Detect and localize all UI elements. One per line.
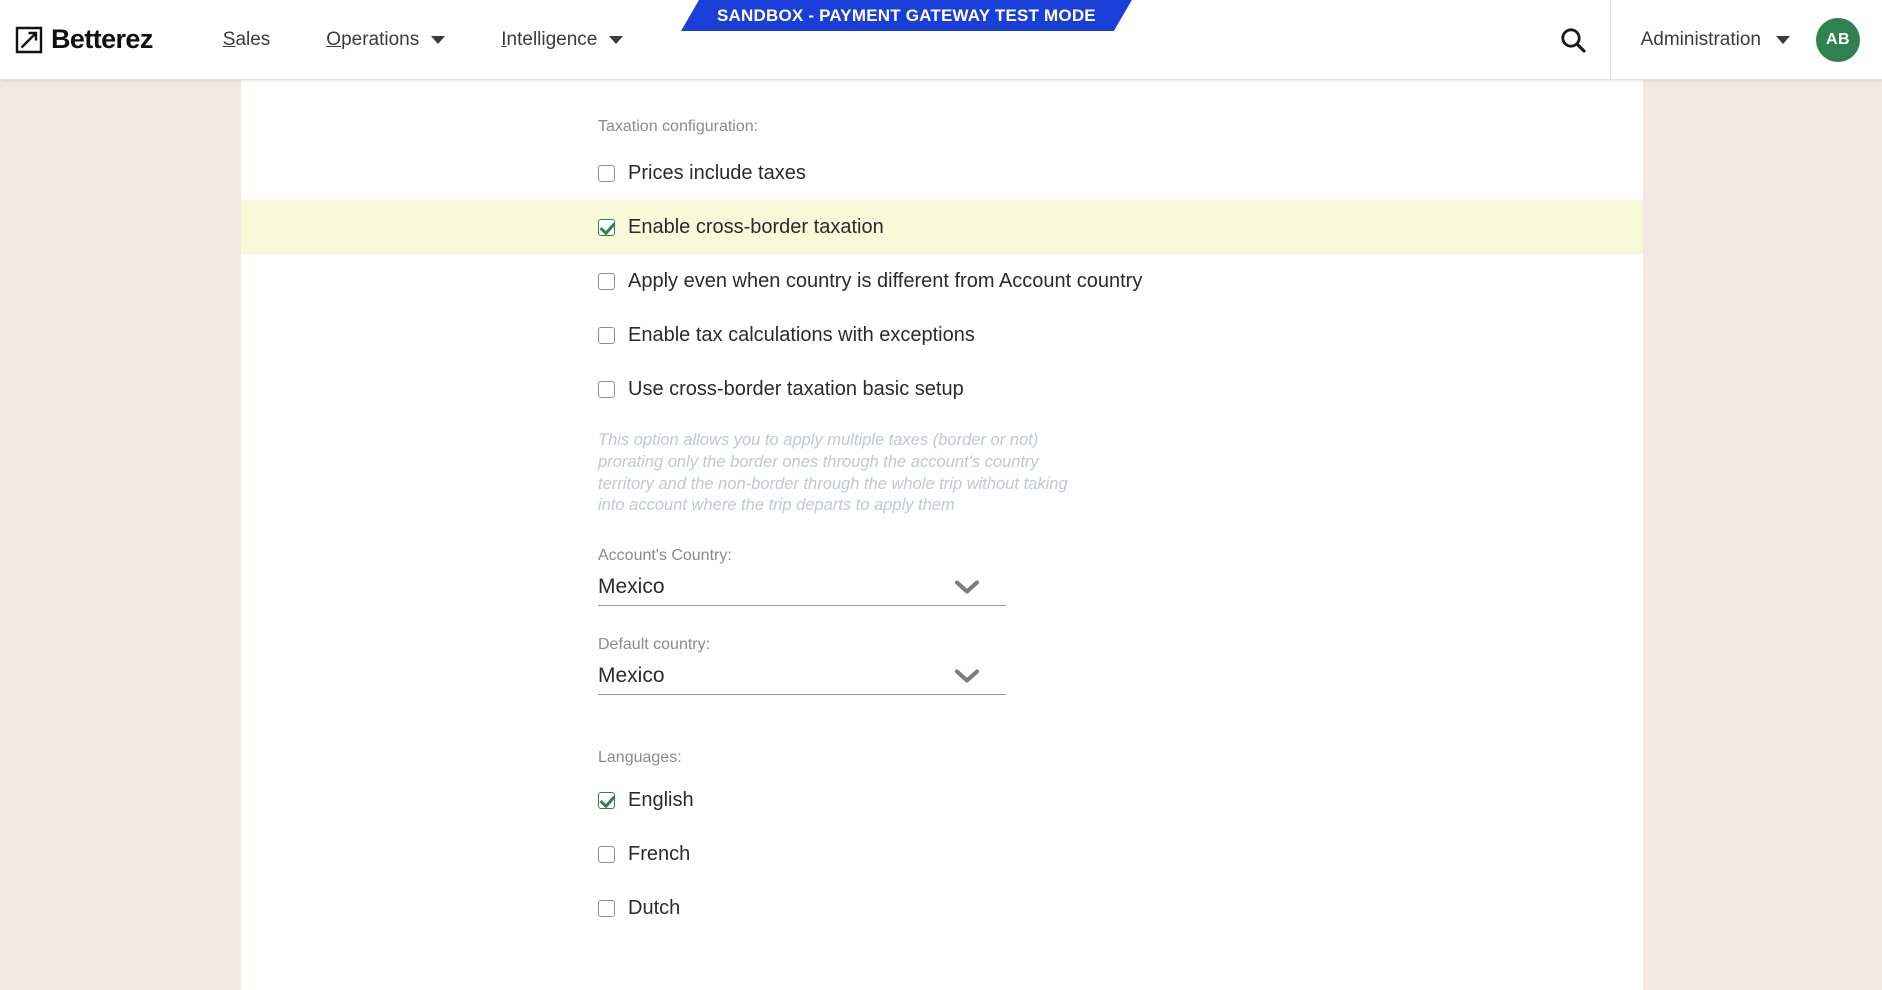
checkbox-label: Apply even when country is different fro… (628, 269, 1143, 292)
administration-menu-label: Administration (1640, 28, 1761, 50)
default-country-value: Mexico (598, 664, 665, 688)
search-icon (1560, 27, 1586, 53)
taxation-configuration-label: Taxation configuration: (598, 118, 759, 135)
page-body: Taxation configuration: Prices include t… (0, 80, 1882, 990)
checkbox-apply-even-when-country-differs[interactable] (598, 272, 615, 290)
default-country-group: Default country: Mexico (241, 636, 1643, 696)
checkbox-enable-tax-calculations-with-exceptions[interactable] (598, 326, 615, 344)
sandbox-mode-banner: SANDBOX - PAYMENT GATEWAY TEST MODE (681, 0, 1132, 31)
checkbox-row-prices-include-taxes[interactable]: Prices include taxes (241, 146, 1643, 200)
cross-border-help-text: This option allows you to apply multiple… (598, 431, 1068, 515)
checkbox-prices-include-taxes[interactable] (598, 164, 615, 182)
content-panel: Taxation configuration: Prices include t… (241, 80, 1643, 990)
checkbox-label: French (628, 842, 691, 865)
taxation-settings-form: Taxation configuration: Prices include t… (241, 80, 1643, 935)
checkbox-label: Prices include taxes (628, 161, 806, 184)
nav-item-operations[interactable]: Operations (298, 0, 473, 79)
account-country-value: Mexico (598, 575, 665, 599)
account-country-group: Account's Country: Mexico (241, 547, 1643, 607)
account-country-select[interactable]: Mexico (598, 575, 1006, 607)
languages-group: Languages: English French Dutch (241, 749, 1643, 935)
checkbox-label: Dutch (628, 896, 681, 919)
nav-item-operations-label: Operations (326, 28, 420, 50)
app-header: Betterez Sales Operations Intelligence S… (0, 0, 1882, 80)
arrow-square-logo-icon (15, 26, 43, 53)
checkbox-language-dutch[interactable] (598, 899, 615, 917)
nav-item-sales[interactable]: Sales (195, 0, 299, 79)
checkbox-row-use-cross-border-taxation-basic-setup[interactable]: Use cross-border taxation basic setup (241, 362, 1643, 416)
checkbox-language-english[interactable] (598, 791, 615, 809)
logo-text: Betterez (51, 24, 153, 54)
checkbox-label: Use cross-border taxation basic setup (628, 377, 964, 400)
checkbox-row-enable-tax-calculations-with-exceptions[interactable]: Enable tax calculations with exceptions (241, 308, 1643, 362)
chevron-down-icon (954, 580, 980, 594)
default-country-select[interactable]: Mexico (598, 664, 1006, 696)
administration-menu[interactable]: Administration (1611, 29, 1816, 51)
chevron-down-icon (609, 35, 624, 44)
languages-label: Languages: (598, 749, 682, 767)
checkbox-language-french[interactable] (598, 845, 615, 863)
default-country-label: Default country: (598, 636, 711, 654)
checkbox-label: Enable cross-border taxation (628, 215, 884, 238)
app-logo[interactable]: Betterez (14, 24, 153, 55)
nav-item-intelligence[interactable]: Intelligence (473, 0, 651, 79)
checkbox-label: Enable tax calculations with exceptions (628, 323, 975, 346)
checkbox-row-enable-cross-border-taxation[interactable]: Enable cross-border taxation (241, 200, 1643, 254)
main-nav: Sales Operations Intelligence (195, 0, 652, 79)
checkbox-enable-cross-border-taxation[interactable] (598, 218, 615, 236)
nav-item-sales-label: Sales (222, 28, 271, 50)
avatar[interactable]: AB (1816, 17, 1860, 62)
chevron-down-icon (431, 35, 446, 44)
nav-item-intelligence-label: Intelligence (501, 28, 598, 50)
checkbox-use-cross-border-taxation-basic-setup[interactable] (598, 380, 615, 398)
account-country-label: Account's Country: (598, 547, 732, 565)
search-button[interactable] (1536, 0, 1610, 79)
checkbox-row-language-french[interactable]: French (241, 827, 1643, 881)
checkbox-row-apply-even-when-country-differs[interactable]: Apply even when country is different fro… (241, 254, 1643, 308)
checkbox-row-language-english[interactable]: English (241, 773, 1643, 827)
checkbox-row-language-dutch[interactable]: Dutch (241, 881, 1643, 935)
chevron-down-icon (1776, 35, 1790, 44)
chevron-down-icon (954, 669, 980, 683)
header-actions: Administration AB (1536, 0, 1882, 80)
checkbox-label: English (628, 788, 694, 811)
